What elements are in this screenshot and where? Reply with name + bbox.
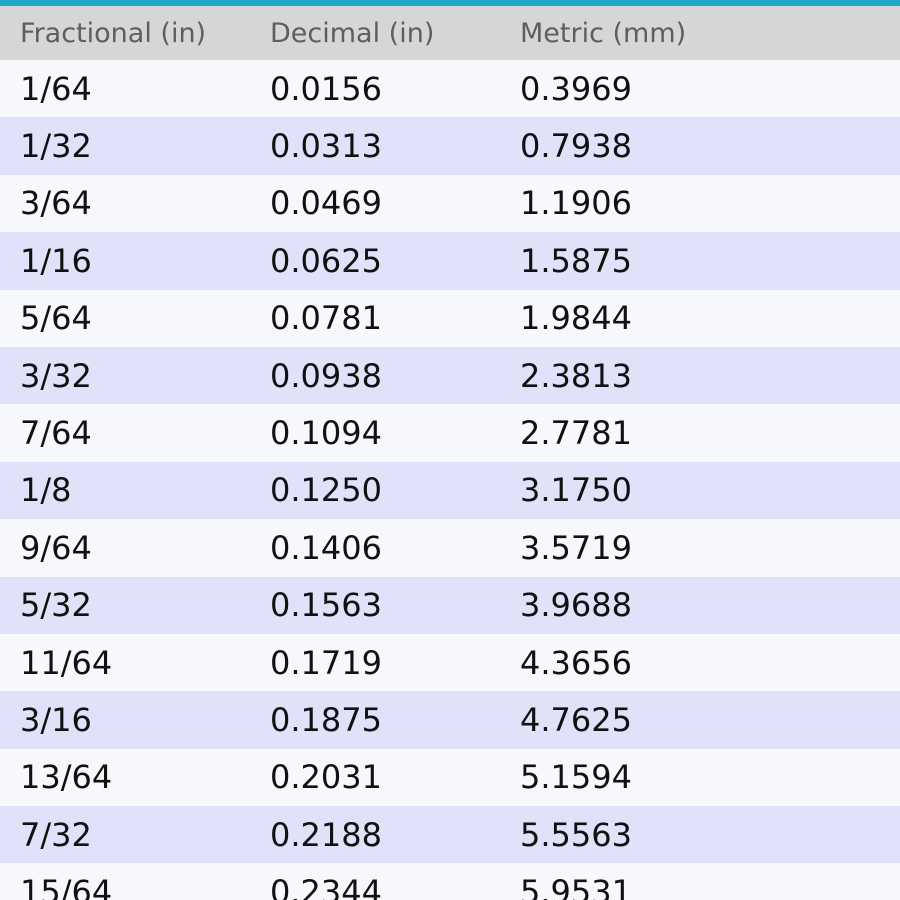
table-row[interactable]: 11/64 0.1719 4.3656 bbox=[0, 633, 900, 692]
column-header-fractional: Fractional (in) bbox=[20, 17, 207, 49]
decimal-cell: 0.1406 bbox=[270, 528, 382, 567]
table-row[interactable]: 1/32 0.0313 0.7938 bbox=[0, 117, 900, 175]
table-row[interactable]: 7/32 0.2188 5.5563 bbox=[0, 806, 900, 864]
fractional-cell: 11/64 bbox=[20, 643, 113, 682]
metric-cell: 1.5875 bbox=[520, 241, 632, 280]
fractional-cell: 3/64 bbox=[20, 184, 92, 223]
metric-cell: 3.5719 bbox=[520, 528, 632, 567]
decimal-cell: 0.0625 bbox=[270, 241, 382, 280]
metric-cell: 5.5563 bbox=[520, 815, 632, 854]
metric-cell: 1.9844 bbox=[520, 299, 632, 338]
metric-cell: 5.1594 bbox=[520, 758, 632, 797]
fractional-cell: 13/64 bbox=[20, 758, 113, 797]
decimal-cell: 0.1094 bbox=[270, 414, 382, 453]
fractional-cell: 1/8 bbox=[20, 471, 72, 510]
column-header-decimal: Decimal (in) bbox=[270, 17, 435, 49]
table-row[interactable]: 5/64 0.0781 1.9844 bbox=[0, 289, 900, 347]
decimal-cell: 0.1875 bbox=[270, 700, 382, 739]
table-row[interactable]: 15/64 0.2344 5.9531 bbox=[0, 863, 900, 900]
table-row[interactable]: 1/64 0.0156 0.3969 bbox=[0, 60, 900, 118]
fractional-cell: 5/64 bbox=[20, 299, 92, 338]
metric-cell: 0.7938 bbox=[520, 127, 632, 166]
table-row[interactable]: 5/32 0.1563 3.9688 bbox=[0, 576, 900, 634]
table-row[interactable]: 7/64 0.1094 2.7781 bbox=[0, 404, 900, 462]
decimal-cell: 0.0313 bbox=[270, 127, 382, 166]
fractional-cell: 5/32 bbox=[20, 586, 92, 625]
table-row[interactable]: 3/32 0.0938 2.3813 bbox=[0, 346, 900, 405]
fractional-cell: 7/64 bbox=[20, 414, 92, 453]
decimal-cell: 0.1563 bbox=[270, 586, 382, 625]
decimal-cell: 0.2188 bbox=[270, 815, 382, 854]
decimal-cell: 0.2344 bbox=[270, 873, 382, 900]
decimal-cell: 0.2031 bbox=[270, 758, 382, 797]
table-row[interactable]: 9/64 0.1406 3.5719 bbox=[0, 519, 900, 577]
metric-cell: 3.1750 bbox=[520, 471, 632, 510]
fractional-cell: 9/64 bbox=[20, 528, 92, 567]
decimal-cell: 0.0469 bbox=[270, 184, 382, 223]
fractional-cell: 1/16 bbox=[20, 241, 92, 280]
decimal-cell: 0.0938 bbox=[270, 356, 382, 395]
table-row[interactable]: 3/16 0.1875 4.7625 bbox=[0, 691, 900, 749]
fractional-cell: 3/16 bbox=[20, 700, 92, 739]
metric-cell: 2.3813 bbox=[520, 356, 632, 395]
metric-cell: 4.3656 bbox=[520, 643, 632, 682]
conversion-table: Fractional (in) Decimal (in) Metric (mm)… bbox=[0, 6, 900, 900]
decimal-cell: 0.1250 bbox=[270, 471, 382, 510]
table-row[interactable]: 1/8 0.1250 3.1750 bbox=[0, 461, 900, 520]
metric-cell: 4.7625 bbox=[520, 700, 632, 739]
decimal-cell: 0.0156 bbox=[270, 69, 382, 108]
table-header: Fractional (in) Decimal (in) Metric (mm) bbox=[0, 6, 900, 60]
metric-cell: 0.3969 bbox=[520, 69, 632, 108]
decimal-cell: 0.0781 bbox=[270, 299, 382, 338]
metric-cell: 1.1906 bbox=[520, 184, 632, 223]
decimal-cell: 0.1719 bbox=[270, 643, 382, 682]
table-row[interactable]: 3/64 0.0469 1.1906 bbox=[0, 174, 900, 233]
metric-cell: 3.9688 bbox=[520, 586, 632, 625]
metric-cell: 2.7781 bbox=[520, 414, 632, 453]
fractional-cell: 1/64 bbox=[20, 69, 92, 108]
fractional-cell: 7/32 bbox=[20, 815, 92, 854]
table-row[interactable]: 13/64 0.2031 5.1594 bbox=[0, 748, 900, 807]
column-header-metric: Metric (mm) bbox=[520, 17, 687, 49]
table-row[interactable]: 1/16 0.0625 1.5875 bbox=[0, 232, 900, 290]
fractional-cell: 15/64 bbox=[20, 873, 113, 900]
table-body[interactable]: 1/64 0.0156 0.3969 1/32 0.0313 0.7938 3/64 0.04… bbox=[0, 60, 900, 900]
metric-cell: 5.9531 bbox=[520, 873, 632, 900]
fractional-cell: 3/32 bbox=[20, 356, 92, 395]
fractional-cell: 1/32 bbox=[20, 127, 92, 166]
